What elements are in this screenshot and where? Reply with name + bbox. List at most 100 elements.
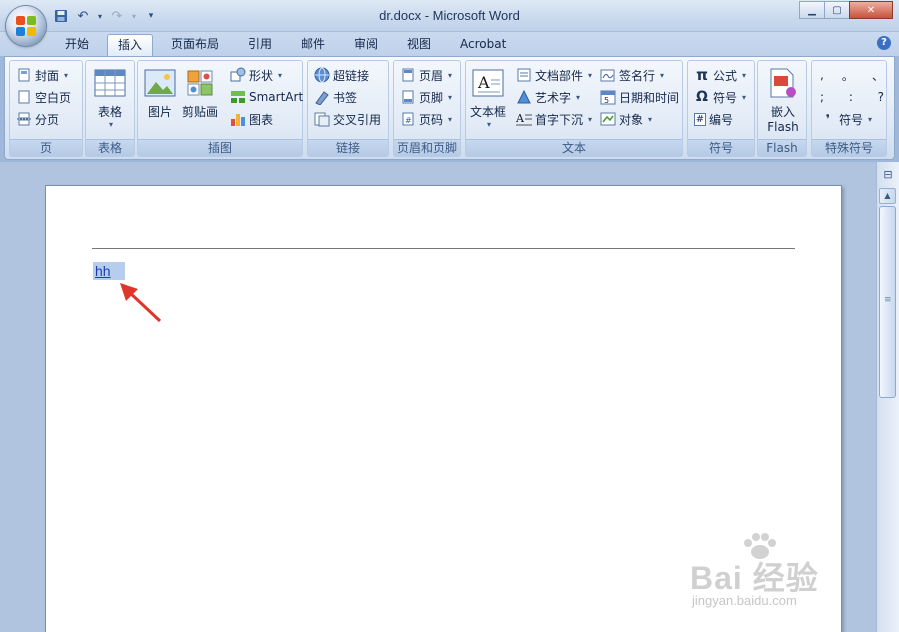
numbering-icon: # — [694, 112, 706, 126]
help-icon[interactable]: ? — [877, 36, 891, 50]
header-button[interactable]: 页眉 ▾ — [400, 65, 452, 85]
svg-text:A: A — [477, 73, 490, 92]
dropdown-arrow-icon: ▾ — [64, 70, 69, 80]
tab-page-layout[interactable]: 页面布局 — [161, 34, 229, 56]
embed-flash-button[interactable]: 嵌入 Flash — [767, 67, 799, 134]
wordart-button[interactable]: 艺术字 ▾ — [516, 87, 580, 107]
special-row-1: , 。 、 — [820, 65, 884, 85]
flash-icon — [770, 68, 796, 98]
ribbon: 封面 ▾ 空白页 分页 页 表格 ▾ 表格 图片 剪贴画 形状 ▾ SmartA… — [4, 56, 895, 160]
quick-parts-button[interactable]: 文档部件 ▾ — [516, 65, 592, 85]
cross-reference-button[interactable]: 交叉引用 — [314, 109, 381, 129]
hyperlink-button[interactable]: 超链接 — [314, 65, 369, 85]
group-flash-label: Flash — [758, 139, 806, 156]
object-button[interactable]: 对象 ▾ — [600, 109, 652, 129]
window-title: dr.docx - Microsoft Word — [379, 8, 520, 23]
clipart-icon — [187, 70, 213, 96]
group-links: 超链接 书签 交叉引用 链接 — [307, 60, 389, 157]
clipart-button[interactable]: 剪贴画 — [182, 67, 218, 120]
group-flash: 嵌入 Flash Flash — [757, 60, 807, 157]
symbol-button[interactable]: Ω 符号 ▾ — [694, 87, 746, 107]
vertical-scrollbar[interactable]: ⊟ ▲ ≡ — [876, 162, 899, 632]
signature-line-icon — [600, 67, 616, 83]
tab-acrobat[interactable]: Acrobat — [450, 34, 516, 56]
comma-symbol[interactable]: , — [820, 68, 824, 82]
blank-page-button[interactable]: 空白页 — [16, 87, 71, 107]
group-illustrations: 图片 剪贴画 形状 ▾ SmartArt 图表 插图 — [137, 60, 303, 157]
watermark-url-text: jingyan.baidu.com — [692, 593, 797, 608]
group-tables-label: 表格 — [86, 139, 134, 156]
special-symbol-button[interactable]: ❜ 符号 ▾ — [820, 109, 872, 129]
tab-insert[interactable]: 插入 — [107, 34, 154, 58]
colon-symbol[interactable]: : — [849, 90, 853, 104]
selected-hyperlink-text[interactable]: hh — [93, 262, 125, 280]
office-logo-icon — [16, 16, 36, 36]
group-symbols: π 公式 ▾ Ω 符号 ▾ # 编号 符号 — [687, 60, 755, 157]
shapes-button[interactable]: 形状 ▾ — [230, 65, 282, 85]
bullet-icon: ❜ — [825, 112, 831, 126]
minimize-button[interactable]: ▁ — [799, 1, 825, 19]
dropdown-arrow-icon: ▾ — [868, 114, 873, 124]
annotation-arrow-icon — [120, 283, 162, 323]
svg-text:#: # — [405, 116, 412, 125]
page-break-button[interactable]: 分页 — [16, 109, 59, 129]
group-text-label: 文本 — [466, 139, 682, 156]
table-button[interactable]: 表格 ▾ — [94, 67, 126, 129]
group-symbols-label: 符号 — [688, 139, 754, 156]
title-bar: ↶ ▾ ↷ ▾ ▾ dr.docx - Microsoft Word ▁ ▢ ✕ — [0, 0, 899, 32]
enum-comma-symbol[interactable]: 、 — [872, 67, 884, 84]
dropdown-arrow-icon: ▾ — [742, 70, 747, 80]
footer-icon — [400, 89, 416, 105]
group-header-footer-label: 页眉和页脚 — [394, 139, 460, 156]
bookmark-button[interactable]: 书签 — [314, 87, 357, 107]
date-time-button[interactable]: 5 日期和时间 — [600, 87, 679, 107]
group-special-symbols: , 。 、 ; : ? ❜ 符号 ▾ 特殊符号 — [811, 60, 887, 157]
dropdown-arrow-icon: ▾ — [448, 70, 453, 80]
question-symbol[interactable]: ? — [878, 90, 884, 104]
smartart-button[interactable]: SmartArt — [230, 87, 303, 107]
textbox-button[interactable]: A 文本框 ▾ — [470, 67, 506, 129]
page-break-icon — [16, 111, 32, 127]
bookmark-icon — [314, 89, 330, 105]
semicolon-symbol[interactable]: ; — [820, 90, 824, 104]
office-button[interactable] — [6, 6, 46, 46]
picture-icon — [144, 69, 176, 97]
cross-reference-icon — [314, 111, 330, 127]
maximize-button[interactable]: ▢ — [824, 1, 850, 19]
period-symbol[interactable]: 。 — [842, 67, 854, 84]
scroll-thumb[interactable]: ≡ — [879, 206, 896, 398]
quick-parts-icon — [516, 67, 532, 83]
dropdown-arrow-icon: ▾ — [588, 114, 593, 124]
chart-button[interactable]: 图表 — [230, 109, 273, 129]
object-icon — [600, 111, 616, 127]
equation-button[interactable]: π 公式 ▾ — [694, 65, 746, 85]
drop-cap-button[interactable]: A 首字下沉 ▾ — [516, 109, 592, 129]
ruler-toggle-icon[interactable]: ⊟ — [880, 168, 896, 184]
scroll-grip-icon: ≡ — [884, 295, 892, 305]
chart-icon — [230, 111, 246, 127]
tab-references[interactable]: 引用 — [238, 34, 282, 56]
smartart-icon — [230, 89, 246, 105]
footer-button[interactable]: 页脚 ▾ — [400, 87, 452, 107]
blank-page-icon — [16, 89, 32, 105]
tab-review[interactable]: 审阅 — [344, 34, 388, 56]
picture-button[interactable]: 图片 — [144, 67, 176, 120]
scroll-up-button[interactable]: ▲ — [879, 188, 896, 204]
dropdown-arrow-icon: ▾ — [588, 70, 593, 80]
cover-page-button[interactable]: 封面 ▾ — [16, 65, 68, 85]
group-illustrations-label: 插图 — [138, 139, 302, 156]
tab-home[interactable]: 开始 — [55, 34, 99, 56]
ribbon-tabs: 开始 插入 页面布局 引用 邮件 审阅 视图 Acrobat — [0, 32, 899, 58]
drop-cap-icon: A — [516, 111, 532, 127]
numbering-button[interactable]: # 编号 — [694, 109, 733, 129]
signature-line-button[interactable]: 签名行 ▾ — [600, 65, 664, 85]
tab-mailings[interactable]: 邮件 — [291, 34, 335, 56]
shapes-icon — [230, 67, 246, 83]
tab-view[interactable]: 视图 — [397, 34, 441, 56]
group-header-footer: 页眉 ▾ 页脚 ▾ # 页码 ▾ 页眉和页脚 — [393, 60, 461, 157]
dropdown-arrow-icon: ▾ — [660, 70, 665, 80]
dropdown-arrow-icon: ▾ — [108, 120, 113, 129]
page-number-button[interactable]: # 页码 ▾ — [400, 109, 452, 129]
omega-icon: Ω — [696, 89, 708, 105]
close-button[interactable]: ✕ — [849, 1, 893, 19]
